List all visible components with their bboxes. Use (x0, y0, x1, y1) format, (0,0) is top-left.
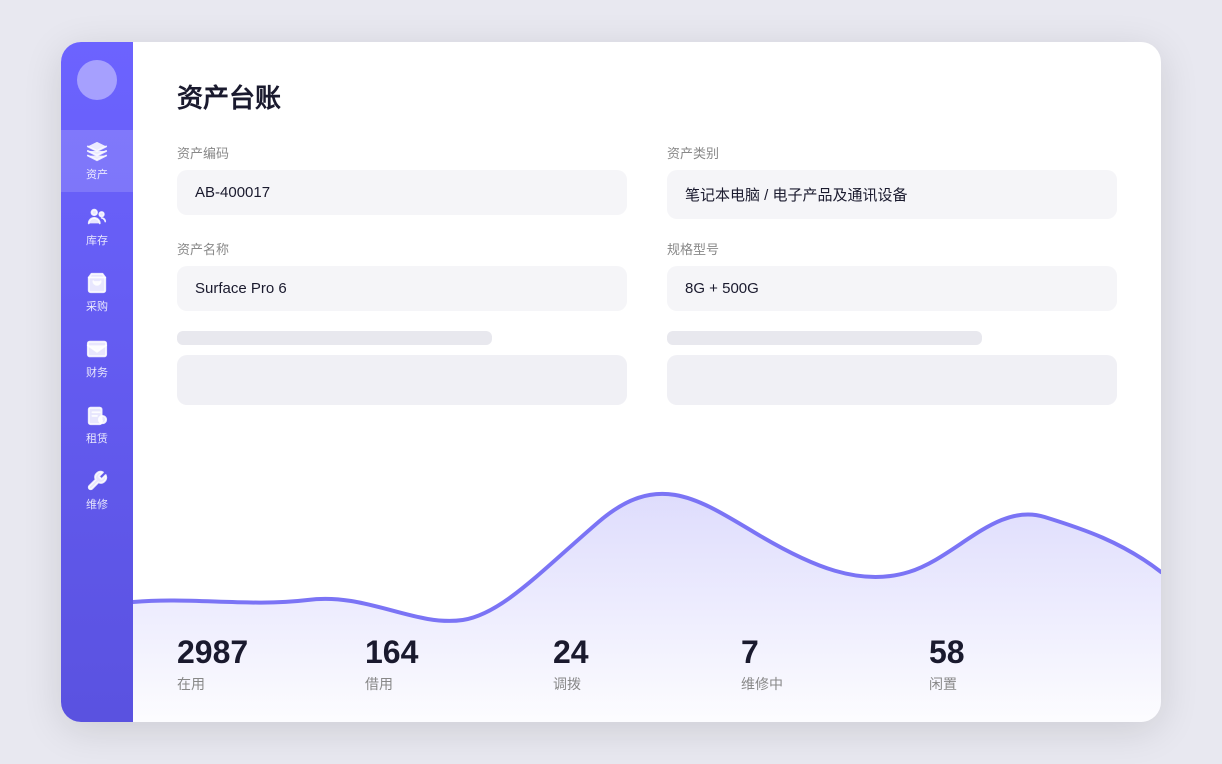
layers-icon (86, 140, 108, 162)
wrench-icon (86, 470, 108, 492)
stat-item-idle: 58 闲置 (929, 636, 1117, 694)
sidebar-item-rental[interactable]: 租赁 (61, 394, 133, 456)
stat-label-transferred: 调拨 (553, 674, 741, 694)
stat-label-repairing: 维修中 (741, 674, 929, 694)
stat-label-idle: 闲置 (929, 674, 1117, 694)
stat-number-inuse: 2987 (177, 636, 365, 668)
main-content: 资产台账 资产编码 AB-400017 资产类别 笔记本电脑 / 电子产品及通讯… (133, 42, 1161, 722)
form-grid-row2: 资产名称 Surface Pro 6 规格型号 8G + 500G (177, 239, 1117, 311)
skeleton-field-5 (177, 331, 627, 405)
field-value-asset-code[interactable]: AB-400017 (177, 170, 627, 215)
mail-icon (86, 338, 108, 360)
app-container: 资产 库存 采购 (61, 42, 1161, 722)
sidebar-item-assets[interactable]: 资产 (61, 130, 133, 192)
people-icon (86, 206, 108, 228)
field-value-asset-spec[interactable]: 8G + 500G (667, 266, 1117, 311)
skeleton-field-6 (667, 331, 1117, 405)
sidebar-label-rental: 租赁 (86, 430, 108, 446)
form-field-asset-spec: 规格型号 8G + 500G (667, 239, 1117, 311)
stat-item-transferred: 24 调拨 (553, 636, 741, 694)
field-label-asset-spec: 规格型号 (667, 239, 1117, 258)
sidebar-item-finance[interactable]: 财务 (61, 328, 133, 390)
stat-number-repairing: 7 (741, 636, 929, 668)
field-label-asset-category: 资产类别 (667, 143, 1117, 162)
page-title: 资产台账 (177, 78, 1117, 115)
sidebar-nav: 资产 库存 采购 (61, 130, 133, 522)
form-grid-row1: 资产编码 AB-400017 资产类别 笔记本电脑 / 电子产品及通讯设备 (177, 143, 1117, 219)
field-value-asset-category[interactable]: 笔记本电脑 / 电子产品及通讯设备 (667, 170, 1117, 219)
avatar (77, 60, 117, 100)
skeleton-value-5 (177, 355, 627, 405)
sidebar: 资产 库存 采购 (61, 42, 133, 722)
sidebar-label-inventory: 库存 (86, 232, 108, 248)
form-field-asset-name: 资产名称 Surface Pro 6 (177, 239, 627, 311)
field-label-asset-code: 资产编码 (177, 143, 627, 162)
rental-icon (86, 404, 108, 426)
stat-label-borrowed: 借用 (365, 674, 553, 694)
form-field-asset-category: 资产类别 笔记本电脑 / 电子产品及通讯设备 (667, 143, 1117, 219)
field-value-asset-name[interactable]: Surface Pro 6 (177, 266, 627, 311)
sidebar-item-purchase[interactable]: 采购 (61, 262, 133, 324)
stat-label-inuse: 在用 (177, 674, 365, 694)
sidebar-item-inventory[interactable]: 库存 (61, 196, 133, 258)
sidebar-item-maintenance[interactable]: 维修 (61, 460, 133, 522)
stat-item-repairing: 7 维修中 (741, 636, 929, 694)
sidebar-label-maintenance: 维修 (86, 496, 108, 512)
skeleton-label-6 (667, 331, 982, 345)
stat-number-transferred: 24 (553, 636, 741, 668)
field-label-asset-name: 资产名称 (177, 239, 627, 258)
cart-icon (86, 272, 108, 294)
stat-number-borrowed: 164 (365, 636, 553, 668)
stat-item-inuse: 2987 在用 (177, 636, 365, 694)
stat-item-borrowed: 164 借用 (365, 636, 553, 694)
stats-row: 2987 在用 164 借用 24 调拨 7 维修中 58 闲置 (177, 636, 1117, 694)
skeleton-label-5 (177, 331, 492, 345)
sidebar-label-finance: 财务 (86, 364, 108, 380)
sidebar-label-purchase: 采购 (86, 298, 108, 314)
sidebar-label-assets: 资产 (86, 166, 108, 182)
skeleton-row (177, 331, 1117, 405)
skeleton-value-6 (667, 355, 1117, 405)
stat-number-idle: 58 (929, 636, 1117, 668)
form-field-asset-code: 资产编码 AB-400017 (177, 143, 627, 219)
